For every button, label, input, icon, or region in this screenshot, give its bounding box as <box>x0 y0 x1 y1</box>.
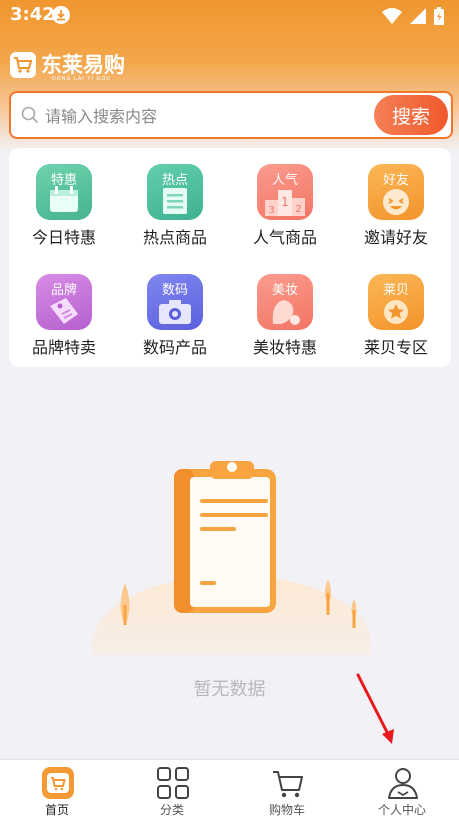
category-tag: 美妆 <box>271 283 298 298</box>
download-icon <box>52 6 70 24</box>
category-tag: 数码 <box>161 283 188 298</box>
camera-icon: 数码 <box>147 274 203 330</box>
user-icon <box>386 766 420 800</box>
category-label: 莱贝专区 <box>363 338 428 357</box>
grid-icon <box>156 766 190 800</box>
status-bar: 3:42 <box>0 0 459 30</box>
category-tag: 品牌 <box>50 283 77 298</box>
category-beauty-deals[interactable]: 美妆 美妆特惠 <box>230 274 340 364</box>
tab-label: 首页 <box>44 803 69 817</box>
svg-text:2: 2 <box>295 204 301 215</box>
category-tag: 好友 <box>382 173 409 188</box>
category-tag: 莱贝 <box>382 283 409 298</box>
medal-icon: 莱贝 <box>368 274 424 330</box>
clipboard-icon <box>92 461 370 655</box>
battery-icon <box>434 7 444 25</box>
tab-label: 购物车 <box>268 803 305 817</box>
category-tag: 特惠 <box>50 173 77 188</box>
category-popular-items[interactable]: 13 2 人气 人气商品 <box>230 164 340 254</box>
tab-label: 分类 <box>159 803 184 817</box>
category-grid: 特惠 今日特惠 热点 热点商品 13 2 人气 人气商品 好友 邀请好友 品牌 品… <box>9 148 451 367</box>
search-icon <box>21 106 39 124</box>
search-input[interactable] <box>45 103 365 129</box>
annotation-arrow-icon <box>356 673 394 744</box>
document-icon: 热点 <box>147 164 203 220</box>
smile-icon: 好友 <box>368 164 424 220</box>
svg-text:3: 3 <box>268 205 274 216</box>
brand-name: 东莱易购 <box>41 53 125 77</box>
tab-cart[interactable]: 购物车 <box>230 760 344 821</box>
category-tag: 热点 <box>161 173 188 188</box>
category-label: 邀请好友 <box>363 228 428 247</box>
category-tag: 人气 <box>271 173 298 188</box>
home-cart-icon <box>41 766 75 800</box>
logo-cart-icon <box>10 52 36 78</box>
category-label: 人气商品 <box>252 228 317 247</box>
wifi-icon <box>382 8 402 24</box>
tab-label: 个人中心 <box>377 803 426 817</box>
category-label: 品牌特卖 <box>31 338 96 357</box>
category-digital-products[interactable]: 数码 数码产品 <box>120 274 230 364</box>
tab-category[interactable]: 分类 <box>115 760 229 821</box>
brand-subtitle: DONG LAI YI GOU <box>52 76 111 82</box>
status-time: 3:42 <box>10 4 55 25</box>
podium-icon: 13 2 人气 <box>257 164 313 220</box>
category-brand-sale[interactable]: 品牌 品牌特卖 <box>9 274 119 364</box>
svg-text:1: 1 <box>281 195 289 209</box>
shopping-cart-icon <box>271 766 305 800</box>
brand-logo: 东莱易购 DONG LAI YI GOU <box>10 52 125 82</box>
category-label: 热点商品 <box>142 228 207 247</box>
price-tag-icon: 品牌 <box>36 274 92 330</box>
category-label: 数码产品 <box>142 338 207 357</box>
tab-home[interactable]: 首页 <box>0 760 114 821</box>
category-hot-items[interactable]: 热点 热点商品 <box>120 164 230 254</box>
bottom-tab-bar: 首页 分类 购物车 个人中心 <box>0 759 459 821</box>
tab-profile[interactable]: 个人中心 <box>345 760 459 821</box>
cosmetics-icon: 美妆 <box>257 274 313 330</box>
search-button[interactable]: 搜索 <box>374 95 448 135</box>
category-label: 美妆特惠 <box>252 338 317 357</box>
category-invite-friends[interactable]: 好友 邀请好友 <box>341 164 451 254</box>
category-today-deals[interactable]: 特惠 今日特惠 <box>9 164 119 254</box>
signal-icon <box>410 8 426 24</box>
calendar-icon: 特惠 <box>36 164 92 220</box>
category-label: 今日特惠 <box>31 228 96 247</box>
category-laibei-zone[interactable]: 莱贝 莱贝专区 <box>341 274 451 364</box>
search-bar: 搜索 <box>9 91 453 139</box>
